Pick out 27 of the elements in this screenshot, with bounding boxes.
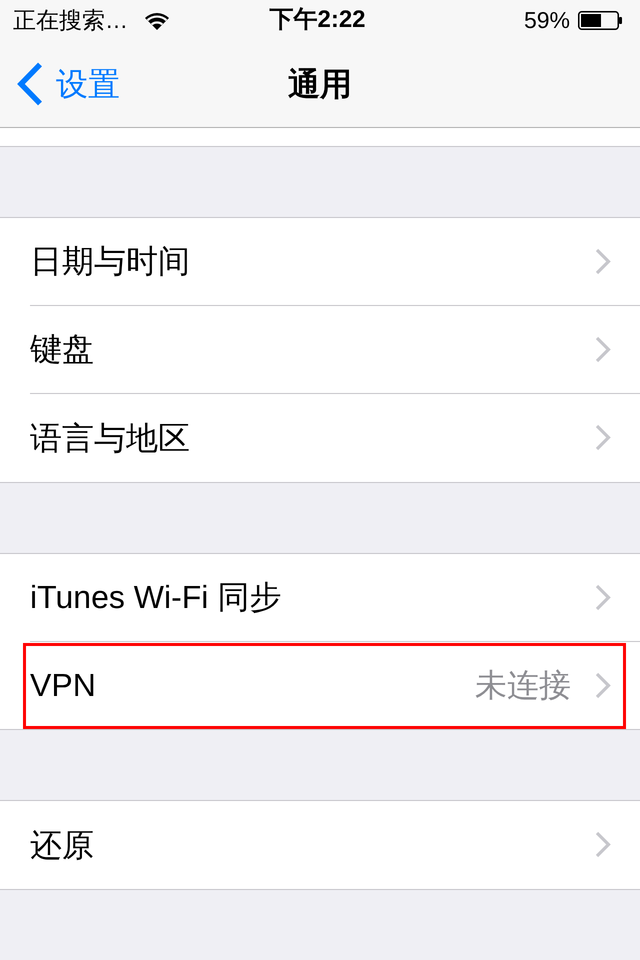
row-label: 键盘: [30, 330, 94, 369]
row-label: VPN: [30, 666, 96, 704]
row-label: 语言与地区: [30, 418, 190, 457]
clock-time: 下午2:22: [269, 5, 366, 35]
chevron-icon: [595, 424, 611, 452]
settings-row[interactable]: VPN 未连接: [0, 642, 640, 729]
battery-icon: [578, 10, 622, 30]
back-chevron-icon: [17, 62, 43, 106]
chevron-icon: [595, 248, 611, 275]
nav-title: 通用: [288, 64, 352, 103]
back-button[interactable]: 设置: [0, 40, 120, 127]
carrier-status: 正在搜索…: [13, 6, 128, 35]
chevron-icon: [595, 831, 611, 858]
battery-percentage: 59%: [524, 6, 570, 35]
chevron-icon: [595, 584, 611, 610]
settings-row[interactable]: 还原: [0, 801, 640, 888]
settings-row[interactable]: iTunes Wi-Fi 同步: [0, 554, 640, 642]
settings-row[interactable]: 键盘: [0, 306, 640, 394]
row-label: 日期与时间: [30, 242, 190, 281]
row-label: 还原: [30, 826, 94, 864]
row-value: 未连接: [475, 666, 571, 704]
row-label: iTunes Wi-Fi 同步: [30, 578, 282, 616]
chevron-icon: [595, 336, 611, 363]
chevron-icon: [595, 672, 611, 699]
wifi-icon: [144, 10, 170, 30]
settings-row[interactable]: 日期与时间: [0, 218, 640, 306]
settings-row[interactable]: 语言与地区: [0, 394, 640, 482]
